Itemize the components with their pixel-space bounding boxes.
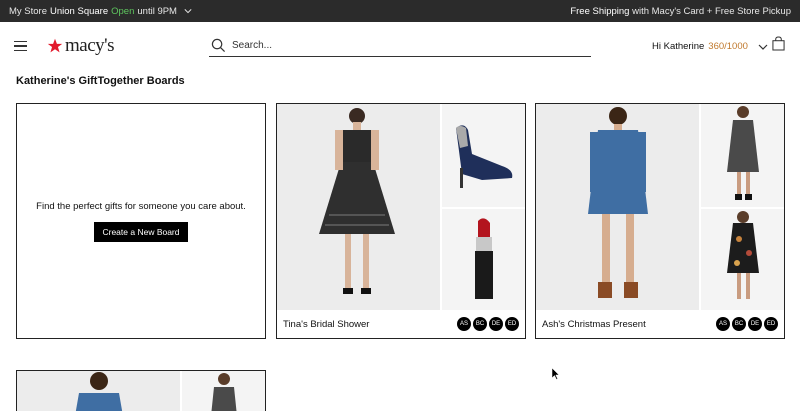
product-image-grey-dress[interactable] <box>182 371 265 411</box>
avatar[interactable]: ED <box>505 317 519 331</box>
product-image-lipstick[interactable] <box>442 209 525 311</box>
shipping-promo-text: with Macy's Card + Free Store Pickup <box>632 5 791 17</box>
chevron-down-icon[interactable] <box>184 7 192 15</box>
account-menu[interactable]: Hi Katherine 360/1000 <box>652 41 768 52</box>
product-image-dress[interactable] <box>277 104 440 311</box>
page-title: Katherine's GiftTogether Boards <box>16 75 185 87</box>
macys-logo[interactable]: macy's <box>47 35 114 57</box>
store-selector[interactable]: My Store Union Square Open until 9PM <box>9 6 192 17</box>
denim-dress-image <box>17 371 180 411</box>
grey-dress-image <box>182 371 265 411</box>
product-image-floral-dress[interactable] <box>701 209 784 311</box>
new-board-prompt: Find the perfect gifts for someone you c… <box>36 200 246 212</box>
shipping-promo-strong: Free Shipping <box>570 5 630 17</box>
denim-dress-image <box>536 104 699 311</box>
shipping-promo[interactable]: Free Shipping with Macy's Card + Free St… <box>570 6 791 17</box>
new-board-card: Find the perfect gifts for someone you c… <box>16 103 266 339</box>
gift-board-card[interactable] <box>16 370 266 411</box>
board-members: AS BC DE ED <box>457 317 519 331</box>
avatar[interactable]: BC <box>473 317 487 331</box>
logo-wordmark: macy's <box>65 35 114 56</box>
store-bar: My Store Union Square Open until 9PM Fre… <box>0 0 800 22</box>
avatar[interactable]: DE <box>489 317 503 331</box>
board-footer: Ash's Christmas Present AS BC DE ED <box>536 310 784 338</box>
shoe-image <box>442 104 525 207</box>
shopping-bag-icon[interactable] <box>772 36 785 51</box>
store-prefix: My Store <box>9 5 48 17</box>
store-name: Union Square <box>50 5 109 17</box>
avatar[interactable]: DE <box>748 317 762 331</box>
dress-image <box>277 104 440 311</box>
avatar[interactable]: BC <box>732 317 746 331</box>
chevron-down-icon[interactable] <box>758 43 768 51</box>
board-members: AS BC DE ED <box>716 317 778 331</box>
macys-star-icon <box>47 38 63 53</box>
store-hours: until 9PM <box>137 5 177 17</box>
gift-board-card[interactable]: Tina's Bridal Shower AS BC DE ED <box>276 103 526 339</box>
gift-board-card[interactable]: Ash's Christmas Present AS BC DE ED <box>535 103 785 339</box>
avatar[interactable]: AS <box>457 317 471 331</box>
lipstick-image <box>442 209 525 311</box>
board-footer: Tina's Bridal Shower AS BC DE ED <box>277 310 525 338</box>
board-name: Tina's Bridal Shower <box>283 318 370 330</box>
grey-dress-image <box>701 104 784 207</box>
avatar[interactable]: ED <box>764 317 778 331</box>
product-image-denim-dress[interactable] <box>17 371 180 411</box>
hamburger-menu-icon[interactable] <box>14 41 27 52</box>
search-icon[interactable] <box>211 38 226 53</box>
avatar[interactable]: AS <box>716 317 730 331</box>
board-name: Ash's Christmas Present <box>542 318 646 330</box>
product-image-denim-dress[interactable] <box>536 104 699 311</box>
rewards-points: 360/1000 <box>708 41 748 52</box>
product-image-grey-dress[interactable] <box>701 104 784 207</box>
mouse-cursor-icon <box>552 368 560 380</box>
search-input[interactable] <box>232 40 572 51</box>
floral-dress-image <box>701 209 784 311</box>
product-image-shoe[interactable] <box>442 104 525 207</box>
create-board-button[interactable]: Create a New Board <box>94 221 188 242</box>
account-greeting: Hi Katherine <box>652 41 705 52</box>
store-status: Open <box>111 5 135 17</box>
site-header: macy's Hi Katherine 360/1000 <box>0 22 800 70</box>
search-bar[interactable] <box>209 35 591 57</box>
